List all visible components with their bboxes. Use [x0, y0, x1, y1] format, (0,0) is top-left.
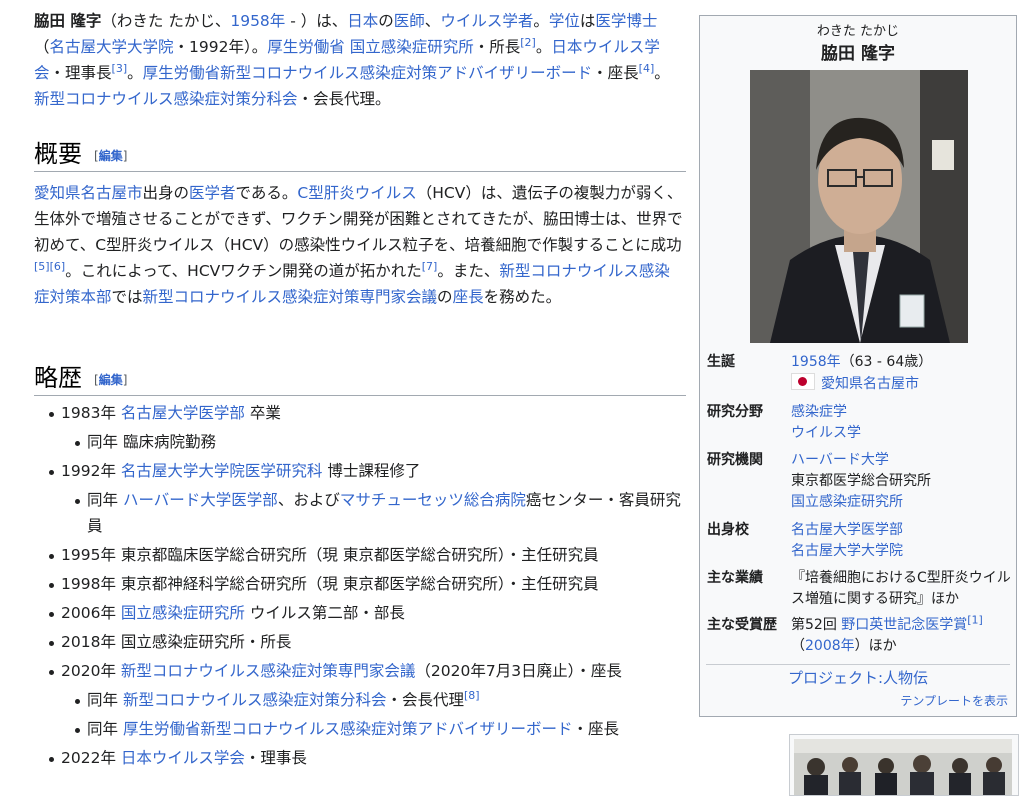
- career-subitem: 同年 臨床病院勤務: [34, 429, 690, 455]
- career-item: 1995年 東京都臨床医学総合研究所（現 東京都医学総合研究所）・主任研究員: [34, 542, 690, 568]
- link-nagoya-med[interactable]: 名古屋大学医学部: [121, 404, 245, 422]
- ref-8[interactable]: [8]: [464, 689, 480, 702]
- link-niid[interactable]: 国立感染症研究所: [350, 38, 474, 56]
- link-mhlw[interactable]: 厚生労働省: [267, 38, 345, 56]
- edit-link-career[interactable]: 編集: [99, 373, 123, 387]
- career-subitem: 同年 ハーバード大学医学部、およびマサチューセッツ総合病院癌センター・客員研究員: [34, 487, 690, 539]
- link-harvard[interactable]: ハーバード大学: [791, 452, 889, 468]
- link-2008[interactable]: 2008年: [805, 638, 855, 654]
- overview-paragraph: 愛知県名古屋市出身の医学者である。C型肝炎ウイルス（HCV）は、遺伝子の複製力が…: [34, 184, 683, 306]
- link-aichi-nagoya[interactable]: 愛知県名古屋市: [34, 184, 143, 202]
- career-subitem: 同年 厚生労働省新型コロナウイルス感染症対策アドバイザリーボード・座長: [34, 716, 690, 742]
- link-niid-2006[interactable]: 国立感染症研究所: [121, 604, 245, 622]
- link-virologist[interactable]: ウイルス学者: [440, 12, 533, 30]
- lead-paragraph: 脇田 隆字（わきた たかじ、1958年 - ）は、日本の医師、ウイルス学者。学位…: [34, 12, 670, 108]
- link-expert-meeting[interactable]: 新型コロナウイルス感染症対策専門家会議: [143, 288, 438, 306]
- career-item: 1983年 名古屋大学医学部 卒業: [34, 400, 690, 426]
- link-alma-grad[interactable]: 名古屋大学大学院: [791, 543, 903, 559]
- link-subcommittee[interactable]: 新型コロナウイルス感染症対策分科会: [34, 90, 298, 108]
- article-subject-name: 脇田 隆字: [34, 12, 102, 30]
- link-hcv[interactable]: C型肝炎ウイルス: [297, 184, 416, 202]
- career-list: 1983年 名古屋大学医学部 卒業 同年 臨床病院勤務 1992年 名古屋大学大…: [34, 400, 690, 774]
- overview-title: 概要: [34, 140, 82, 168]
- ref-6[interactable]: [6]: [50, 260, 66, 273]
- ref-5[interactable]: [5]: [34, 260, 50, 273]
- infobox: わきた たかじ 脇田 隆字 生誕 1958年（63 - 64歳） 愛知県名古屋市 …: [699, 15, 1017, 717]
- ref-3[interactable]: [3]: [112, 62, 128, 75]
- link-infectious-disease[interactable]: 感染症学: [791, 404, 847, 420]
- career-subitem: 同年 新型コロナウイルス感染症対策分科会・会長代理[8]: [34, 687, 690, 713]
- link-medical-scientist[interactable]: 医学者: [189, 184, 236, 202]
- link-project-biography[interactable]: プロジェクト:人物伝: [788, 669, 928, 687]
- infobox-kana: わきた たかじ: [816, 24, 900, 39]
- career-item: 2006年 国立感染症研究所 ウイルス第二部・部長: [34, 600, 690, 626]
- link-chair[interactable]: 座長: [453, 288, 484, 306]
- career-item: 1992年 名古屋大学大学院医学研究科 博士課程修了: [34, 458, 690, 484]
- career-item: 1998年 東京都神経科学総合研究所（現 東京都医学総合研究所）・主任研究員: [34, 571, 690, 597]
- link-alma-med[interactable]: 名古屋大学医学部: [791, 522, 903, 538]
- meeting-photo-thumbnail[interactable]: [789, 734, 1019, 796]
- link-subcommittee-2020[interactable]: 新型コロナウイルス感染症対策分科会: [123, 691, 387, 709]
- edit-section-career: [編集]: [94, 373, 128, 387]
- infobox-footer: プロジェクト:人物伝 テンプレートを表示: [706, 664, 1010, 708]
- link-doctor[interactable]: 医師: [394, 12, 425, 30]
- link-mgh[interactable]: マサチューセッツ総合病院: [340, 491, 526, 509]
- ref-2[interactable]: [2]: [520, 36, 536, 49]
- link-advisory-board-2020[interactable]: 厚生労働省新型コロナウイルス感染症対策アドバイザリーボード: [123, 720, 573, 738]
- lead-section: 脇田 隆字（わきた たかじ、1958年 - ）は、日本の医師、ウイルス学者。学位…: [34, 8, 684, 112]
- section-heading-career: 略歴 [編集]: [34, 362, 686, 396]
- link-virology[interactable]: ウイルス学: [791, 425, 861, 441]
- link-noguchi-award[interactable]: 野口英世記念医学賞: [841, 617, 967, 633]
- japan-flag-icon: [791, 373, 815, 390]
- portrait-image: [750, 70, 968, 343]
- link-show-template[interactable]: テンプレートを表示: [900, 694, 1008, 708]
- career-item: 2020年 新型コロナウイルス感染症対策専門家会議（2020年7月3日廃止）・座…: [34, 658, 690, 684]
- career-item: 2022年 日本ウイルス学会・理事長: [34, 745, 690, 771]
- link-nagoya-grad-school[interactable]: 名古屋大学大学院: [50, 38, 174, 56]
- link-1958[interactable]: 1958年: [230, 12, 285, 30]
- portrait-photo[interactable]: [750, 70, 968, 343]
- link-harvard-med[interactable]: ハーバード大学医学部: [123, 491, 278, 509]
- link-advisory-board[interactable]: 厚生労働省新型コロナウイルス感染症対策アドバイザリーボード: [143, 64, 593, 82]
- edit-section-overview: [編集]: [94, 149, 128, 163]
- link-degree[interactable]: 学位: [549, 12, 580, 30]
- ref-7[interactable]: [7]: [422, 260, 438, 273]
- section-heading-overview: 概要 [編集]: [34, 138, 686, 172]
- link-expert-meeting-2020[interactable]: 新型コロナウイルス感染症対策専門家会議: [121, 662, 416, 680]
- career-item: 2018年 国立感染症研究所・所長: [34, 629, 690, 655]
- infobox-name: 脇田 隆字: [821, 44, 895, 64]
- link-jsv-2022[interactable]: 日本ウイルス学会: [121, 749, 245, 767]
- ref-4[interactable]: [4]: [639, 62, 655, 75]
- link-niid-infobox[interactable]: 国立感染症研究所: [791, 494, 903, 510]
- link-nagoya-grad-med[interactable]: 名古屋大学大学院医学研究科: [121, 462, 323, 480]
- meeting-photo-image: [794, 739, 1012, 795]
- link-japan[interactable]: 日本: [347, 12, 378, 30]
- edit-link-overview[interactable]: 編集: [99, 149, 123, 163]
- link-md-phd[interactable]: 医学博士: [595, 12, 657, 30]
- career-title: 略歴: [34, 364, 82, 392]
- link-birth-place[interactable]: 愛知県名古屋市: [821, 376, 919, 392]
- ref-1[interactable]: [1]: [967, 613, 983, 626]
- link-birth-year[interactable]: 1958年: [791, 354, 841, 370]
